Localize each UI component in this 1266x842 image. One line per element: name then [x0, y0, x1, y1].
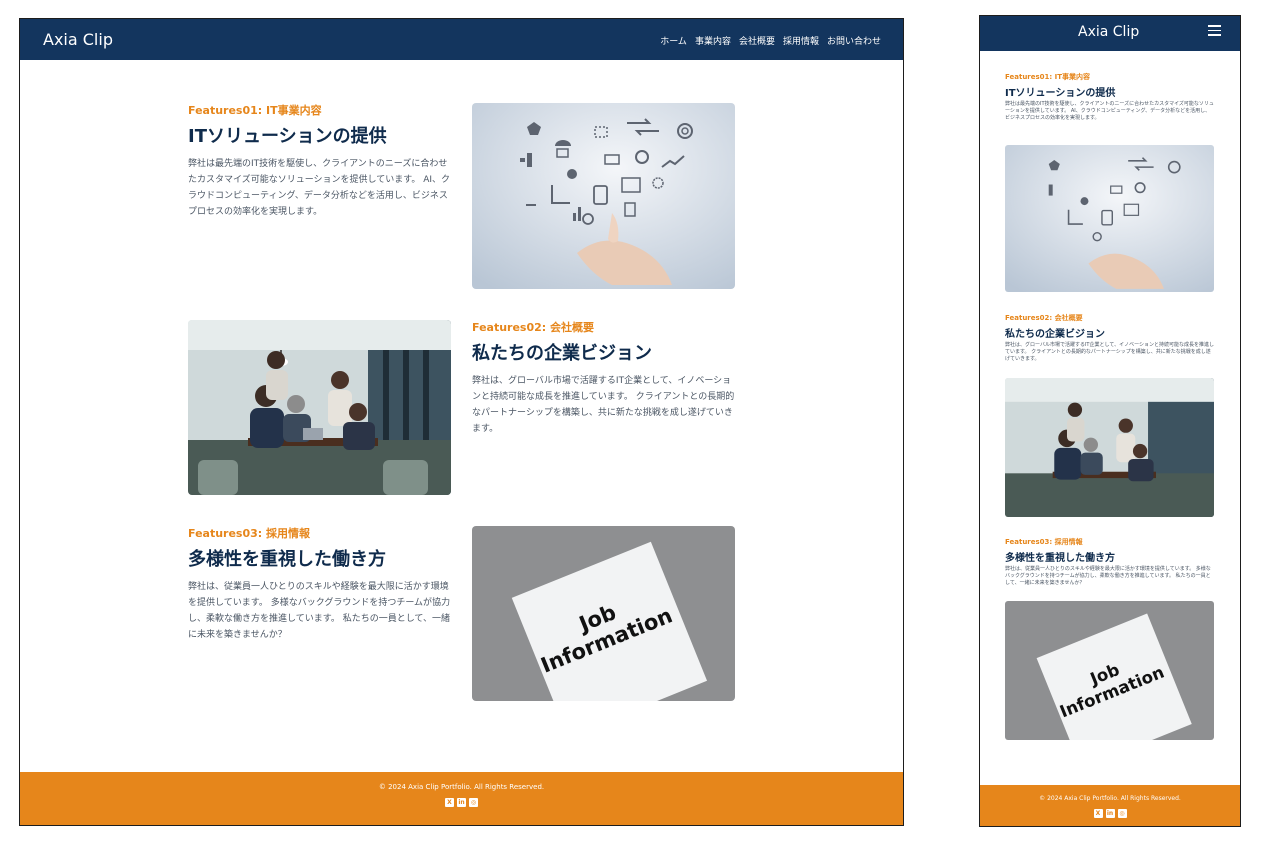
x-icon[interactable]: X [1093, 809, 1103, 818]
feature-kicker: Features02: 会社概要 [1005, 314, 1083, 322]
feature-kicker: Features03: 採用情報 [188, 527, 311, 540]
nav-recruit[interactable]: 採用情報 [783, 34, 819, 47]
nav-company[interactable]: 会社概要 [739, 34, 775, 47]
feature-3-image: Job Information [472, 526, 735, 701]
feature-body: 弊社は最先端のIT技術を駆使し、クライアントのニーズに合わせたカスタマイズ可能な… [1005, 101, 1214, 121]
feature-1-image [472, 103, 735, 289]
linkedin-icon[interactable]: in [1105, 809, 1115, 818]
feature-title: 私たちの企業ビジョン [1005, 329, 1105, 340]
feature-title: ITソリューションの提供 [1005, 88, 1116, 99]
feature-kicker: Features01: IT事業内容 [188, 104, 322, 117]
site-header: Axia Clip [980, 16, 1240, 51]
nav-business[interactable]: 事業内容 [695, 34, 731, 47]
main-nav: ホーム 事業内容 会社概要 採用情報 お問い合わせ [660, 34, 881, 47]
feature-title: 私たちの企業ビジョン [472, 343, 652, 364]
tech-icons-illustration [1005, 145, 1214, 292]
site-footer: © 2024 Axia Clip Portfolio. All Rights R… [980, 785, 1240, 826]
feature-1-image [1005, 145, 1214, 292]
feature-kicker: Features02: 会社概要 [472, 321, 595, 334]
feature-1-text: Features01: IT事業内容 ITソリューションの提供 弊社は最先端のI… [1005, 72, 1214, 122]
site-footer: © 2024 Axia Clip Portfolio. All Rights R… [20, 772, 903, 825]
feature-3-image: Job Information [1005, 601, 1214, 740]
footer-copyright: © 2024 Axia Clip Portfolio. All Rights R… [378, 783, 545, 791]
feature-2-image [188, 320, 451, 495]
job-information-illustration: Job Information [1005, 601, 1214, 740]
feature-body: 弊社は、グローバル市場で活躍するIT企業として、イノベーションと持続可能な成長を… [1005, 342, 1214, 362]
tech-icons-illustration [472, 103, 735, 289]
site-logo[interactable]: Axia Clip [1078, 24, 1139, 40]
job-information-illustration: Job Information [472, 526, 735, 701]
social-links: X in ◎ [20, 798, 903, 807]
github-icon[interactable]: ◎ [1117, 809, 1127, 818]
feature-2-text: Features02: 会社概要 私たちの企業ビジョン 弊社は、グローバル市場で… [472, 319, 737, 437]
feature-title: ITソリューションの提供 [188, 126, 387, 147]
site-logo[interactable]: Axia Clip [43, 30, 113, 49]
linkedin-icon[interactable]: in [457, 798, 466, 807]
feature-body: 弊社は、従業員一人ひとりのスキルや経験を最大限に活かす環境を提供しています。 多… [1005, 566, 1211, 586]
feature-body: 弊社は最先端のIT技術を駆使し、クライアントのニーズに合わせたカスタマイズ可能な… [188, 159, 451, 217]
feature-kicker: Features03: 採用情報 [1005, 538, 1083, 546]
feature-kicker: Features01: IT事業内容 [1005, 73, 1091, 81]
github-icon[interactable]: ◎ [469, 798, 478, 807]
desktop-preview: Axia Clip ホーム 事業内容 会社概要 採用情報 お問い合わせ Feat… [19, 18, 904, 826]
nav-home[interactable]: ホーム [660, 34, 687, 47]
feature-body: 弊社は、従業員一人ひとりのスキルや経験を最大限に活かす環境を提供しています。 多… [188, 582, 451, 640]
x-icon[interactable]: X [445, 798, 454, 807]
social-links: X in ◎ [980, 809, 1240, 818]
hamburger-menu-icon[interactable] [1208, 25, 1221, 36]
feature-3-text: Features03: 採用情報 多様性を重視した働き方 弊社は、従業員一人ひと… [1005, 537, 1214, 587]
mobile-preview: Axia Clip Features01: IT事業内容 ITソリューションの提… [979, 15, 1241, 827]
feature-title: 多様性を重視した働き方 [188, 549, 386, 570]
feature-1-text: Features01: IT事業内容 ITソリューションの提供 弊社は最先端のI… [188, 102, 453, 220]
feature-title: 多様性を重視した働き方 [1005, 553, 1115, 564]
feature-3-text: Features03: 採用情報 多様性を重視した働き方 弊社は、従業員一人ひと… [188, 525, 453, 643]
feature-2-text: Features02: 会社概要 私たちの企業ビジョン 弊社は、グローバル市場で… [1005, 313, 1214, 363]
feature-2-image [1005, 378, 1214, 517]
footer-copyright: © 2024 Axia Clip Portfolio. All Rights R… [1039, 795, 1181, 802]
business-team-illustration [1005, 378, 1214, 517]
nav-contact[interactable]: お問い合わせ [827, 34, 881, 47]
site-header: Axia Clip ホーム 事業内容 会社概要 採用情報 お問い合わせ [20, 19, 903, 60]
feature-body: 弊社は、グローバル市場で活躍するIT企業として、イノベーションと持続可能な成長を… [472, 376, 735, 434]
business-team-illustration [188, 320, 451, 495]
